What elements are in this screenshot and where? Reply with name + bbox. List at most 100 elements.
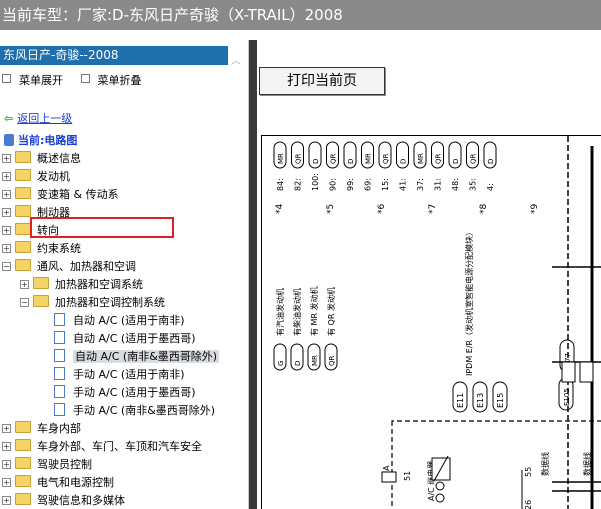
ref-label: 37: — [416, 178, 425, 191]
legend-text: 有 MR 发动机 — [309, 286, 319, 336]
expand-icon[interactable]: + — [20, 280, 29, 289]
tree-item[interactable]: 手动 A/C (适用于南非) — [54, 366, 185, 384]
ref-label: 48: — [451, 178, 460, 191]
document-icon — [54, 385, 65, 398]
module-codes: E11E13E15IPDM E/R（发动机室智能电源分配模块）A/C 继电器10… — [382, 228, 592, 509]
collapse-icon[interactable]: − — [20, 298, 29, 307]
expand-icon[interactable]: + — [2, 172, 11, 181]
legend-symbol: D — [294, 361, 302, 366]
tree-item[interactable]: + 发动机 — [2, 168, 70, 186]
legend-text: 有柴油发动机 — [292, 288, 302, 336]
ref-label: 41: — [399, 178, 408, 191]
tree-item[interactable]: − 加热器和空调控制系统 — [20, 294, 165, 312]
tree-item[interactable]: 手动 A/C (南非&墨西哥除外) — [54, 402, 215, 420]
back-arrow-icon: ⇦ — [4, 112, 14, 125]
expand-icon[interactable]: + — [2, 244, 11, 253]
ref-label: 90: — [329, 178, 338, 191]
top-refs: 84: 82: 100: 90: 99: 69: 15: 41: 37: 31: 48: 35: 4: — [276, 173, 495, 191]
expand-icon[interactable]: + — [2, 460, 11, 469]
symbol-label: MR — [365, 153, 373, 164]
folder-icon — [15, 241, 31, 253]
ref-label: 100: — [311, 173, 320, 191]
folder-icon — [15, 439, 31, 451]
document-icon — [54, 331, 65, 344]
symbol-label: MR — [417, 153, 425, 164]
tree-item[interactable]: + 车身内部 — [2, 420, 81, 438]
folder-icon — [15, 421, 31, 433]
tree-item[interactable]: 自动 A/C (南非&墨西哥除外) — [54, 348, 220, 366]
ref-label: 4: — [486, 183, 495, 191]
connectors: *4 *5 *6 *7 *8 *9 — [275, 204, 540, 215]
tree-item[interactable]: + 概述信息 — [2, 150, 81, 168]
symbol-label: QR — [470, 153, 478, 164]
tree-item[interactable]: + 变速箱 & 传动系 — [2, 186, 119, 204]
folder-icon — [33, 277, 49, 289]
top-symbols: MR QR D QR D MR QR D MR QR D QR D — [273, 141, 497, 169]
collapse-icon[interactable]: − — [2, 262, 11, 271]
folder-icon — [15, 493, 31, 505]
symbol-label: QR — [435, 153, 443, 164]
symbol-label: MR — [277, 153, 285, 164]
symbol-label: D — [487, 159, 495, 164]
tree-item[interactable]: − 通风、加热器和空调 — [2, 258, 136, 276]
legend-symbol: QR — [328, 355, 336, 366]
folder-open-icon — [15, 259, 31, 271]
data-bus — [552, 136, 601, 509]
folder-icon — [15, 187, 31, 199]
tree-item[interactable]: + 约束系统 — [2, 240, 81, 258]
expand-icon[interactable]: + — [2, 442, 11, 451]
expand-icon[interactable]: + — [2, 226, 11, 235]
document-icon — [54, 313, 65, 326]
module-label: E11 — [456, 393, 465, 408]
connector-label: *7 — [428, 204, 438, 214]
folder-icon — [15, 457, 31, 469]
expand-icon[interactable]: + — [2, 154, 11, 163]
legend-text: 有 QR 发动机 — [326, 287, 336, 336]
scroll-up-icon[interactable]: ︿ — [231, 52, 241, 67]
symbol-label: QR — [295, 153, 303, 164]
collapse-menu-button[interactable]: 菜单折叠 — [80, 74, 142, 87]
folder-open-icon — [33, 295, 49, 307]
expand-icon[interactable]: + — [2, 478, 11, 487]
tree-item[interactable]: + 电气和电源控制 — [2, 474, 114, 492]
symbol-label: QR — [330, 153, 338, 164]
location-icon — [4, 134, 14, 146]
vehicle-title: 当前车型：厂家:D-东风日产奇骏（X-TRAIL）2008 — [2, 6, 343, 24]
tree-item[interactable]: + 驾驶信息和多媒体 — [2, 492, 125, 509]
tree-item[interactable]: + 驾驶员控制 — [2, 456, 92, 474]
pin-label: 55 — [524, 467, 533, 477]
folder-icon — [15, 475, 31, 487]
expand-icon[interactable]: + — [2, 496, 11, 505]
tree-item[interactable]: + 加热器和空调系统 — [20, 276, 143, 294]
folder-icon — [15, 205, 31, 217]
expand-icon[interactable]: + — [2, 424, 11, 433]
tree-item[interactable]: 自动 A/C (适用于南非) — [54, 312, 185, 330]
panel-splitter[interactable] — [249, 40, 257, 509]
fuse-no-label: 51 — [403, 471, 412, 481]
tree-item[interactable]: + 车身外部、车门、车顶和汽车安全 — [2, 438, 202, 456]
ref-label: 69: — [364, 178, 373, 191]
window-title-bar: 当前车型：厂家:D-东风日产奇骏（X-TRAIL）2008 — [0, 0, 601, 30]
ref-label: 99: — [346, 178, 355, 191]
folder-icon — [15, 169, 31, 181]
expand-icon[interactable]: + — [2, 208, 11, 217]
menu-buttons: 菜单展开 菜单折叠 — [2, 72, 156, 88]
folder-icon — [15, 223, 31, 235]
data-line-label: 数据线 — [540, 452, 550, 476]
legend-symbol: MR — [311, 355, 319, 366]
tree-item[interactable]: 自动 A/C (适用于墨西哥) — [54, 330, 196, 348]
ipdm-label: IPDM E/R（发动机室智能电源分配模块） — [464, 228, 474, 376]
legend-text: 有汽油发动机 — [275, 288, 285, 336]
module-label: E15 — [496, 393, 505, 408]
module-label: E13 — [476, 393, 485, 408]
connector-label: *9 — [530, 204, 540, 215]
legend-symbol: G — [277, 361, 285, 366]
expand-menu-button[interactable]: 菜单展开 — [2, 74, 63, 87]
folder-icon — [15, 151, 31, 163]
back-link[interactable]: ⇦ 返回上一级 — [4, 110, 72, 126]
symbol-label: D — [312, 159, 320, 164]
print-page-button[interactable]: 打印当前页 — [259, 67, 385, 95]
expand-icon[interactable]: + — [2, 190, 11, 199]
ref-label: 15: — [381, 178, 390, 191]
tree-item[interactable]: 手动 A/C (适用于墨西哥) — [54, 384, 196, 402]
